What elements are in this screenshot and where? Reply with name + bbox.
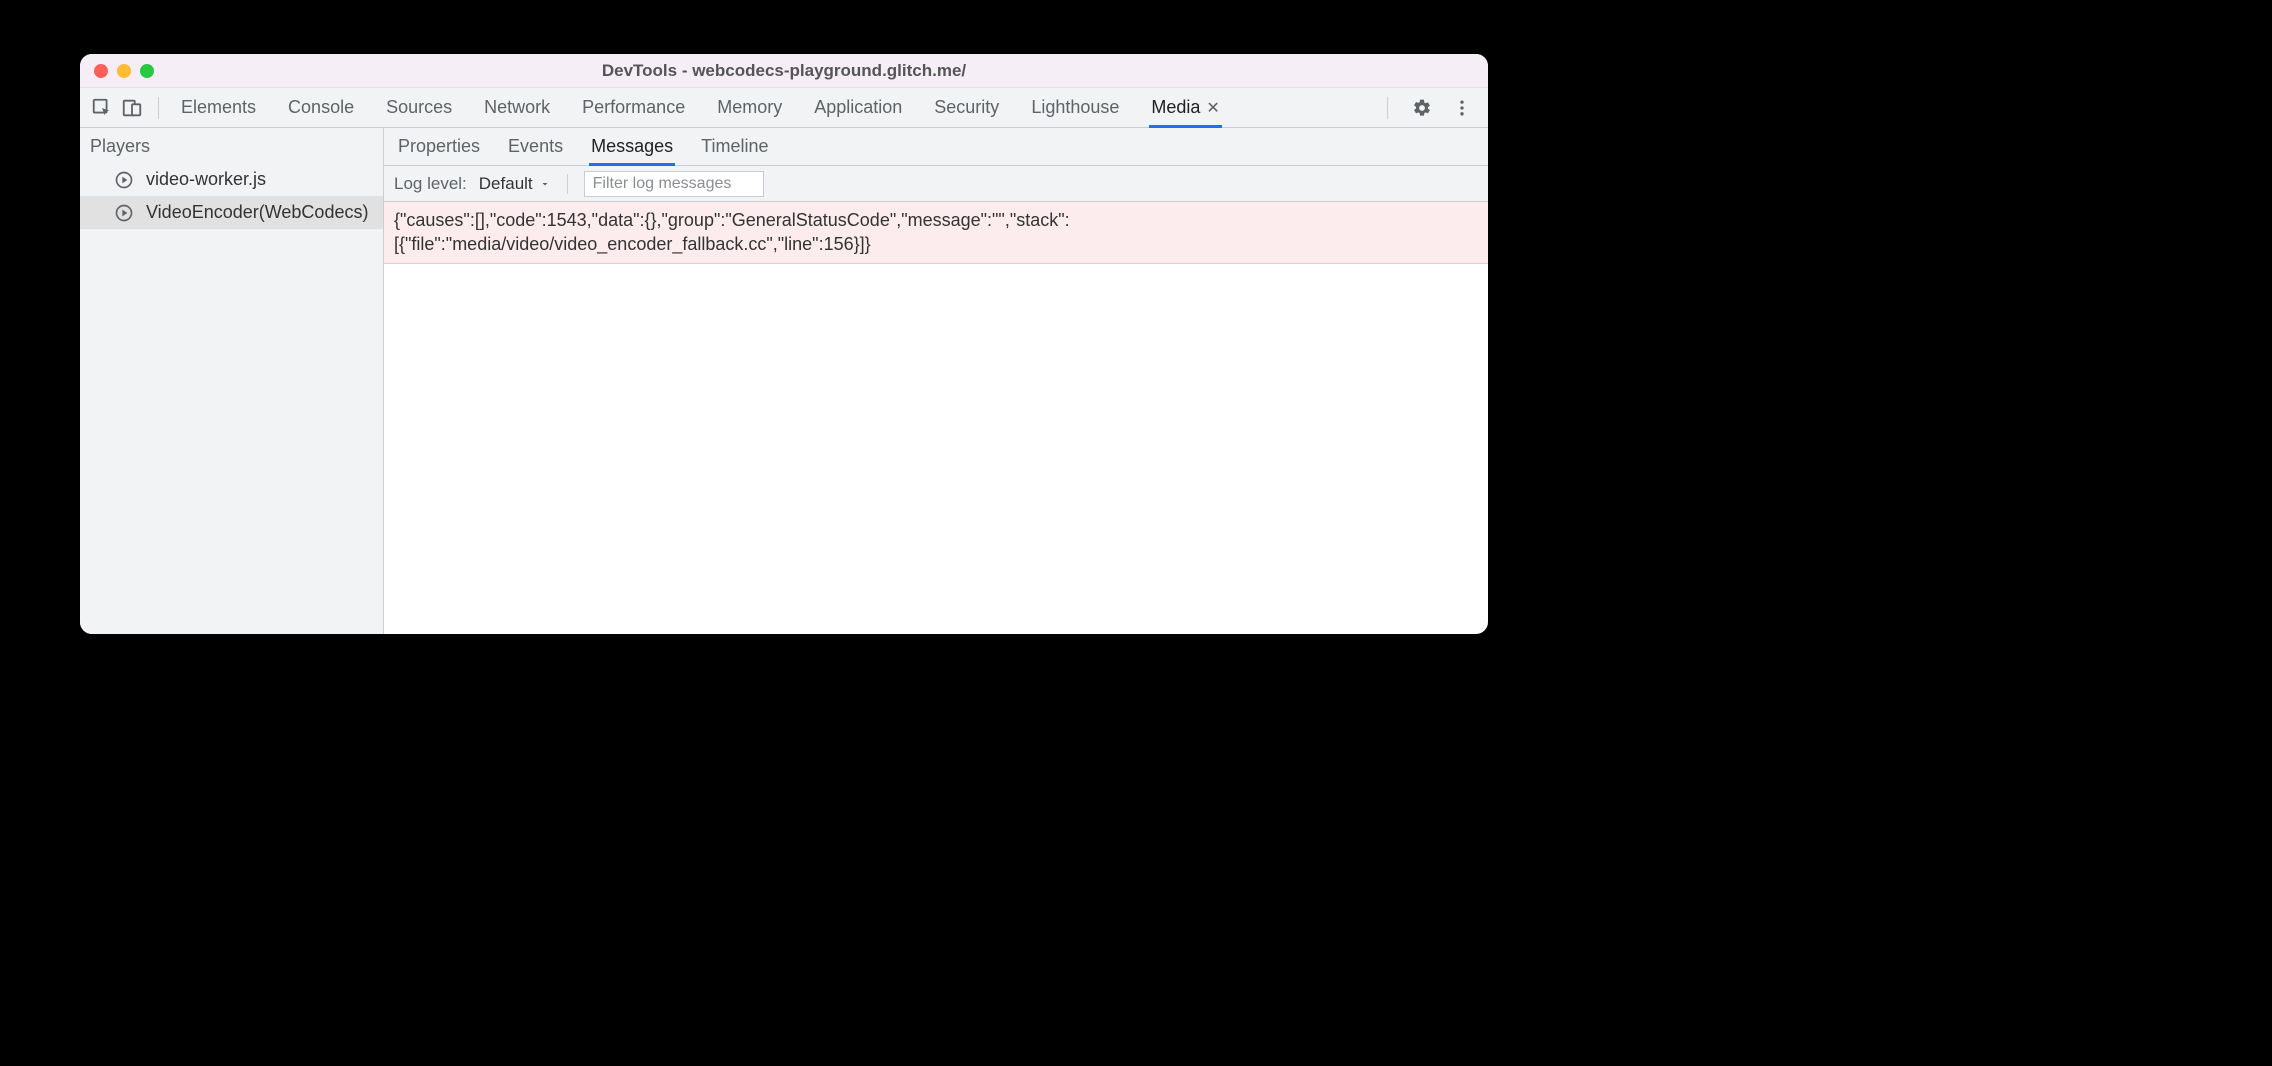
gear-icon[interactable] <box>1408 94 1436 122</box>
tab-security[interactable]: Security <box>934 88 999 127</box>
player-item[interactable]: video-worker.js <box>80 163 383 196</box>
tab-label: Application <box>814 97 902 118</box>
tab-label: Security <box>934 97 999 118</box>
tab-label: Elements <box>181 97 256 118</box>
player-label: video-worker.js <box>146 169 266 190</box>
subtab-events[interactable]: Events <box>508 128 563 165</box>
tab-label: Network <box>484 97 550 118</box>
players-sidebar: Players video-worker.js VideoEncoder(WebC… <box>80 128 384 634</box>
loglevel-select[interactable]: Default <box>479 174 551 194</box>
player-item[interactable]: VideoEncoder(WebCodecs) <box>80 196 383 229</box>
tab-network[interactable]: Network <box>484 88 550 127</box>
window-maximize-button[interactable] <box>140 64 154 78</box>
media-content: Properties Events Messages Timeline Log lev… <box>384 128 1488 634</box>
separator <box>567 174 568 194</box>
tab-application[interactable]: Application <box>814 88 902 127</box>
messages-area: {"causes":[],"code":1543,"data":{},"grou… <box>384 202 1488 264</box>
inspect-element-icon[interactable] <box>88 94 116 122</box>
tab-console[interactable]: Console <box>288 88 354 127</box>
window-title: DevTools - webcodecs-playground.glitch.m… <box>80 61 1488 81</box>
main-tabstrip: Elements Console Sources Network Performance… <box>80 88 1488 128</box>
close-icon[interactable]: ✕ <box>1206 98 1219 118</box>
tab-label: Console <box>288 97 354 118</box>
tab-sources[interactable]: Sources <box>386 88 452 127</box>
device-toggle-icon[interactable] <box>118 94 146 122</box>
tab-media[interactable]: Media ✕ <box>1151 88 1219 127</box>
body-split: Players video-worker.js VideoEncoder(WebC… <box>80 128 1488 634</box>
titlebar: DevTools - webcodecs-playground.glitch.m… <box>80 54 1488 88</box>
window-close-button[interactable] <box>94 64 108 78</box>
chevron-down-icon <box>539 178 551 190</box>
subtab-properties[interactable]: Properties <box>398 128 480 165</box>
subtab-messages[interactable]: Messages <box>591 128 673 165</box>
log-message[interactable]: {"causes":[],"code":1543,"data":{},"grou… <box>384 202 1488 264</box>
media-subtabstrip: Properties Events Messages Timeline <box>384 128 1488 166</box>
kebab-menu-icon[interactable] <box>1448 94 1476 122</box>
traffic-lights <box>94 64 154 78</box>
tab-label: Performance <box>582 97 685 118</box>
players-title: Players <box>80 128 383 163</box>
separator <box>1387 97 1388 119</box>
devtools-window: DevTools - webcodecs-playground.glitch.m… <box>80 54 1488 634</box>
tab-label: Sources <box>386 97 452 118</box>
tab-performance[interactable]: Performance <box>582 88 685 127</box>
separator <box>158 97 159 119</box>
tab-memory[interactable]: Memory <box>717 88 782 127</box>
loglevel-label: Log level: <box>394 174 467 194</box>
tab-label: Media <box>1151 97 1200 118</box>
play-icon <box>114 203 134 223</box>
window-minimize-button[interactable] <box>117 64 131 78</box>
tab-label: Lighthouse <box>1031 97 1119 118</box>
messages-toolbar: Log level: Default <box>384 166 1488 202</box>
tab-elements[interactable]: Elements <box>181 88 256 127</box>
tab-lighthouse[interactable]: Lighthouse <box>1031 88 1119 127</box>
tab-label: Memory <box>717 97 782 118</box>
play-icon <box>114 170 134 190</box>
player-label: VideoEncoder(WebCodecs) <box>146 202 368 223</box>
subtab-timeline[interactable]: Timeline <box>701 128 768 165</box>
filter-input[interactable] <box>584 171 764 197</box>
loglevel-value: Default <box>479 174 533 194</box>
